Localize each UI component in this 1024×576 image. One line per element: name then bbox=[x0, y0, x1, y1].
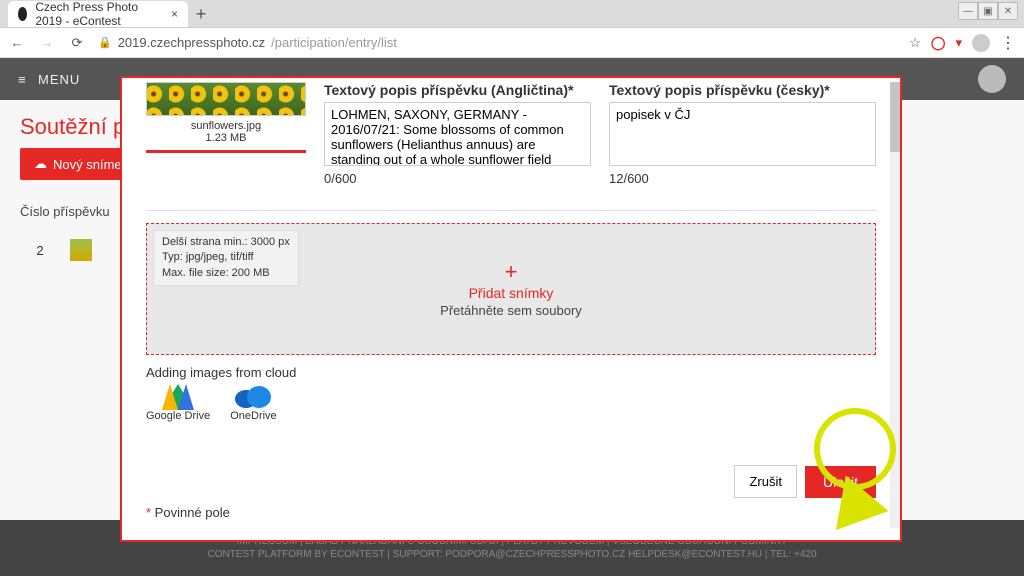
profile-avatar-icon[interactable] bbox=[972, 34, 990, 52]
hamburger-icon: ≡ bbox=[18, 72, 32, 87]
bookmark-icon[interactable]: ☆ bbox=[909, 35, 921, 51]
spec-min-side: Delší strana min.: 3000 px bbox=[162, 235, 290, 250]
url-path: /participation/entry/list bbox=[271, 35, 397, 50]
forward-button[interactable]: → bbox=[38, 35, 56, 50]
description-cz-input[interactable] bbox=[609, 102, 876, 166]
attachment-thumbnail[interactable] bbox=[146, 82, 306, 116]
window-controls: — ▣ ✕ bbox=[958, 2, 1018, 20]
address-bar[interactable]: 🔒 2019.czechpressphoto.cz/participation/… bbox=[98, 35, 897, 50]
window-close-button[interactable]: ✕ bbox=[998, 2, 1018, 20]
menu-button[interactable]: ≡ MENU bbox=[18, 72, 80, 87]
window-minimize-button[interactable]: — bbox=[958, 2, 978, 20]
file-dropzone[interactable]: Delší strana min.: 3000 px Typ: jpg/jpeg… bbox=[146, 223, 876, 355]
browser-tab-bar: Czech Press Photo 2019 - eContest × + bbox=[0, 0, 1024, 28]
favicon-icon bbox=[18, 7, 27, 21]
dropzone-title: Přidat snímky bbox=[469, 285, 554, 301]
footer-support: CONTEST PLATFORM BY ECONTEST | SUPPORT: … bbox=[207, 549, 816, 560]
upload-specs: Delší strana min.: 3000 px Typ: jpg/jpeg… bbox=[153, 230, 299, 286]
google-drive-icon bbox=[162, 384, 194, 410]
attachment-progress-bar bbox=[146, 150, 306, 153]
google-drive-label: Google Drive bbox=[146, 410, 210, 422]
toolbar-actions: ☆ ◯ ▾ ⋮ bbox=[909, 33, 1016, 53]
back-button[interactable]: ← bbox=[8, 35, 26, 50]
save-button[interactable]: Uložit bbox=[805, 466, 876, 498]
description-cz-label: Textový popis příspěvku (česky)* bbox=[609, 82, 876, 98]
window-maximize-button[interactable]: ▣ bbox=[978, 2, 998, 20]
row-thumbnail-icon bbox=[70, 239, 92, 261]
spec-max-size: Max. file size: 200 MB bbox=[162, 266, 290, 281]
onedrive-button[interactable]: OneDrive bbox=[230, 384, 276, 422]
kebab-menu-icon[interactable]: ⋮ bbox=[1000, 33, 1016, 53]
shield-icon[interactable]: ◯ bbox=[931, 35, 946, 51]
tab-title: Czech Press Photo 2019 - eContest bbox=[35, 0, 163, 28]
browser-tab[interactable]: Czech Press Photo 2019 - eContest × bbox=[8, 1, 188, 27]
entry-edit-modal: sunflowers.jpg 1.23 MB Textový popis pří… bbox=[120, 76, 902, 542]
caret-down-icon[interactable]: ▾ bbox=[955, 35, 962, 51]
user-avatar-icon[interactable] bbox=[978, 65, 1006, 93]
onedrive-label: OneDrive bbox=[230, 410, 276, 422]
browser-toolbar: ← → ⟳ 🔒 2019.czechpressphoto.cz/particip… bbox=[0, 28, 1024, 58]
spec-filetype: Typ: jpg/jpeg, tif/tiff bbox=[162, 250, 290, 265]
reload-button[interactable]: ⟳ bbox=[68, 35, 86, 51]
asterisk-icon: * bbox=[146, 505, 155, 520]
onedrive-icon bbox=[235, 386, 271, 410]
cloud-upload-label: Adding images from cloud bbox=[146, 365, 876, 380]
new-tab-button[interactable]: + bbox=[188, 1, 214, 27]
attachment-filename: sunflowers.jpg bbox=[146, 120, 306, 132]
google-drive-button[interactable]: Google Drive bbox=[146, 384, 210, 422]
scrollbar-thumb[interactable] bbox=[890, 82, 900, 152]
tab-close-icon[interactable]: × bbox=[171, 7, 178, 21]
divider bbox=[146, 210, 876, 211]
attachment-filesize: 1.23 MB bbox=[146, 132, 306, 144]
description-en-input[interactable] bbox=[324, 102, 591, 166]
menu-label-text: MENU bbox=[38, 72, 80, 87]
description-cz-counter: 12/600 bbox=[609, 171, 876, 186]
row-number: 2 bbox=[20, 243, 60, 258]
description-en-counter: 0/600 bbox=[324, 171, 591, 186]
required-field-note: * Povinné pole bbox=[146, 505, 230, 520]
dropzone-subtitle: Přetáhněte sem soubory bbox=[440, 303, 582, 318]
plus-icon: + bbox=[505, 261, 518, 283]
attachment-card: sunflowers.jpg 1.23 MB bbox=[146, 82, 306, 153]
url-host: 2019.czechpressphoto.cz bbox=[118, 35, 265, 50]
cancel-button[interactable]: Zrušit bbox=[734, 465, 797, 498]
description-en-label: Textový popis příspěvku (Angličtina)* bbox=[324, 82, 591, 98]
lock-icon: 🔒 bbox=[98, 36, 112, 49]
